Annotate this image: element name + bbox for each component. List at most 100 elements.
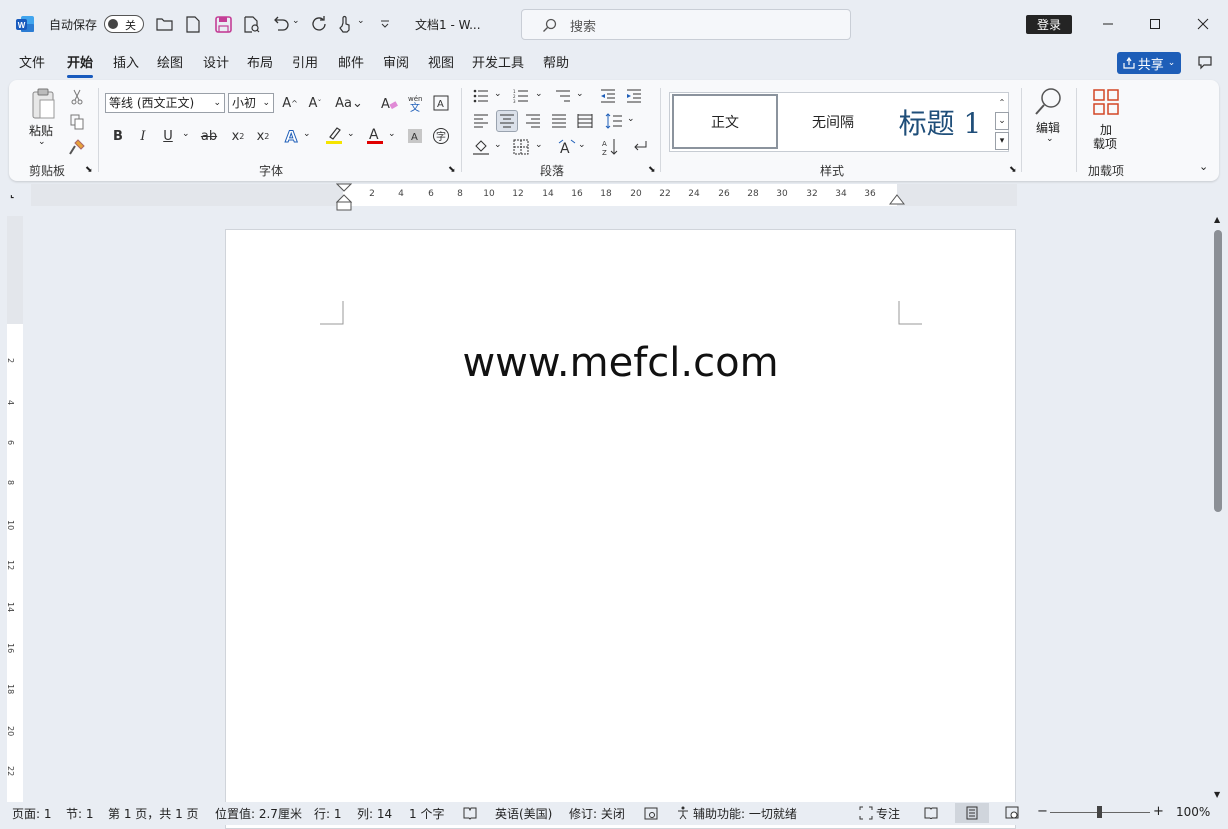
undo-dropdown-icon[interactable]: ⌄ [292,16,300,26]
web-layout-icon[interactable] [1003,804,1021,822]
redo-icon[interactable] [310,14,330,34]
character-border-icon[interactable]: A [430,92,452,114]
bullets-dropdown-icon[interactable]: ⌄ [494,89,502,99]
style-heading-1[interactable]: 标题 1 [886,94,994,149]
find-icon[interactable] [1032,86,1064,118]
status-track-changes[interactable]: 修订: 关闭 [569,805,625,822]
macro-icon[interactable] [643,805,659,821]
sort-icon[interactable]: AZ [599,136,621,158]
font-launcher-icon[interactable]: ⬊ [448,165,456,175]
maximize-icon[interactable] [1145,14,1165,34]
styles-launcher-icon[interactable]: ⬊ [1009,165,1017,175]
editing-dropdown-icon[interactable]: ⌄ [1046,134,1054,144]
font-name-combo[interactable]: 等线 (西文正文) ⌄ [105,93,225,113]
tab-design[interactable]: 设计 [203,55,229,75]
status-column[interactable]: 列: 14 [357,805,392,822]
bold-icon[interactable]: B [107,125,129,147]
document-text[interactable]: www.mefcl.com [225,340,1016,386]
zoom-out-icon[interactable]: − [1037,804,1048,819]
tab-selector-icon[interactable]: ⌞ [10,190,14,200]
asian-layout-icon[interactable]: A [556,136,578,158]
share-button[interactable]: 共享 ⌄ [1117,52,1181,74]
status-position[interactable]: 位置值: 2.7厘米 [215,805,302,822]
status-section[interactable]: 节: 1 [66,805,94,822]
text-effects-icon[interactable]: A [281,125,303,147]
autosave-toggle[interactable]: 关 [104,15,144,33]
tab-mailings[interactable]: 邮件 [338,55,364,75]
phonetic-guide-icon[interactable]: wén 文 [404,92,426,114]
multilevel-list-icon[interactable] [552,85,574,107]
line-spacing-dropdown-icon[interactable]: ⌄ [627,114,635,124]
decrease-indent-icon[interactable] [597,85,619,107]
touch-mode-icon[interactable] [336,14,354,34]
status-line[interactable]: 行: 1 [314,805,342,822]
print-preview-icon[interactable] [243,14,261,34]
paste-dropdown-icon[interactable]: ⌄ [38,137,46,147]
addins-label-line2[interactable]: 载项 [1093,135,1117,152]
cut-icon[interactable] [66,86,88,108]
grow-font-icon[interactable]: A ^ [279,92,301,114]
subscript-icon[interactable]: x2 [227,125,249,147]
underline-dropdown-icon[interactable]: ⌄ [182,129,190,139]
tab-developer[interactable]: 开发工具 [472,55,524,75]
addins-icon[interactable] [1090,86,1122,118]
italic-icon[interactable]: I [132,125,154,147]
right-indent-marker-icon[interactable] [889,194,905,206]
format-painter-icon[interactable] [66,136,88,158]
scroll-up-icon[interactable]: ▲ [1214,215,1220,224]
scrollbar-thumb[interactable] [1214,230,1222,512]
save-icon[interactable] [214,14,232,34]
tab-help[interactable]: 帮助 [543,55,569,75]
clear-formatting-icon[interactable]: A [378,92,400,114]
tab-view[interactable]: 视图 [428,55,454,75]
minimize-icon[interactable] [1098,14,1118,34]
borders-icon[interactable] [510,136,532,158]
touch-dropdown-icon[interactable]: ⌄ [357,16,365,26]
borders-dropdown-icon[interactable]: ⌄ [535,140,543,150]
new-document-icon[interactable] [185,14,201,34]
font-size-combo[interactable]: 小初 ⌄ [228,93,274,113]
undo-icon[interactable] [271,14,291,34]
character-shading-icon[interactable]: A [404,125,426,147]
numbering-icon[interactable]: 123 [510,85,532,107]
read-mode-icon[interactable] [922,804,940,822]
status-language[interactable]: 英语(美国) [495,805,552,822]
text-effects-dropdown-icon[interactable]: ⌄ [303,129,311,139]
highlight-dropdown-icon[interactable]: ⌄ [347,129,355,139]
status-zoom[interactable]: 100% [1176,805,1210,819]
paragraph-launcher-icon[interactable]: ⬊ [648,165,656,175]
word-app-icon[interactable]: W [15,14,35,34]
tab-file[interactable]: 文件 [19,55,45,75]
bullets-icon[interactable] [470,85,492,107]
tab-layout[interactable]: 布局 [247,55,273,75]
ribbon-collapse-icon[interactable]: ⌄ [1199,160,1208,173]
focus-icon[interactable] [858,805,874,821]
style-normal[interactable]: 正文 [672,94,778,149]
justify-icon[interactable] [548,110,570,132]
tab-references[interactable]: 引用 [292,55,318,75]
tab-insert[interactable]: 插入 [113,55,139,75]
status-accessibility[interactable]: 辅助功能: 一切就绪 [693,805,797,822]
enclose-characters-icon[interactable]: 字 [430,125,452,147]
change-case-icon[interactable]: Aa⌄ [334,92,364,114]
align-left-icon[interactable] [470,110,492,132]
proofing-icon[interactable] [462,805,478,821]
align-right-icon[interactable] [522,110,544,132]
font-color-icon[interactable]: A [364,124,386,146]
align-center-icon[interactable] [496,110,518,132]
copy-icon[interactable] [66,111,88,133]
styles-more-icon[interactable]: ▾ [995,132,1009,150]
numbering-dropdown-icon[interactable]: ⌄ [535,89,543,99]
accessibility-icon[interactable] [675,805,691,821]
strikethrough-icon[interactable]: ab [198,125,220,147]
asian-layout-dropdown-icon[interactable]: ⌄ [578,140,586,150]
show-paragraph-marks-icon[interactable] [628,136,650,158]
tab-review[interactable]: 审阅 [383,55,409,75]
status-focus[interactable]: 专注 [876,805,900,822]
style-no-spacing[interactable]: 无间隔 [780,94,886,149]
line-spacing-icon[interactable] [603,110,625,132]
zoom-in-icon[interactable]: + [1153,804,1164,819]
comments-icon[interactable] [1195,53,1215,73]
indent-marker-icon[interactable] [336,183,352,211]
highlight-icon[interactable] [323,124,345,146]
